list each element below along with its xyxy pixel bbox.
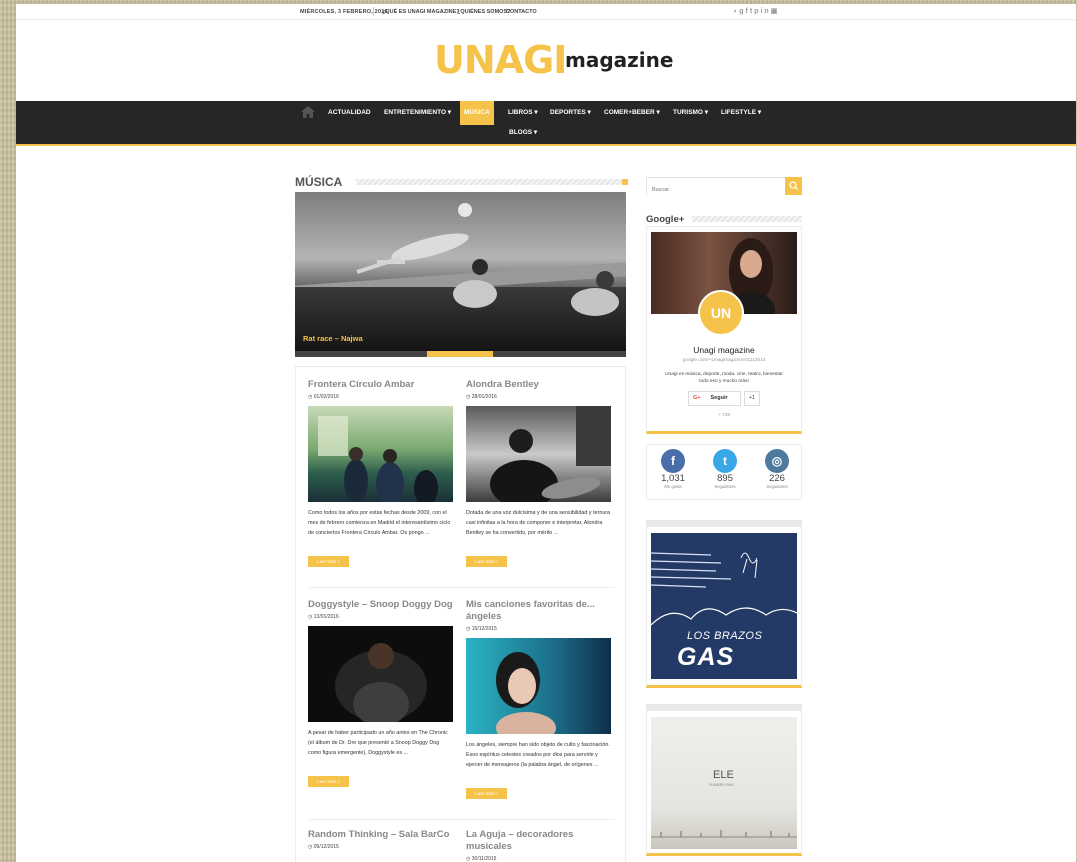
post-thumbnail[interactable] <box>308 406 453 502</box>
album-artist: LOS BRAZOS <box>687 630 763 642</box>
main-nav: ACTUALIDAD ENTRETENIMIENTO ▾ MÚSICA LIBR… <box>16 101 1076 146</box>
album-ad-ele[interactable]: ELE SUMMER RAIN <box>646 710 802 856</box>
instagram-icon[interactable]: ▣ <box>771 8 780 15</box>
post-grid: Frontera Círculo Ambar ◷ 01/02/2016 Como… <box>295 366 626 862</box>
read-more-button[interactable]: Leer más » <box>308 556 349 567</box>
site-logo[interactable]: UNAGI magazine <box>434 40 674 80</box>
album-cover: LOS BRAZOS GAS <box>651 533 797 679</box>
instagram-counter[interactable]: ◎ 226 Seguidores <box>751 449 803 489</box>
post-thumbnail[interactable] <box>308 626 453 722</box>
counter-label: Me gusta <box>664 484 682 489</box>
instagram-icon: ◎ <box>765 449 789 473</box>
read-more-button[interactable]: Leer más » <box>466 788 507 799</box>
post-excerpt: Dotada de una voz dulcísima y de una sen… <box>466 510 611 536</box>
nav-item-blogs[interactable]: BLOGS ▾ <box>505 121 541 145</box>
album-subtitle: SUMMER RAIN <box>709 783 734 787</box>
read-more-button[interactable]: Leer más » <box>466 556 507 567</box>
post-card: La Aguja – decoradores musicales ◷ 30/11… <box>466 829 611 862</box>
top-bar: MIÉRCOLES, 3 FEBRERO, 2016 ¿QUÉ ES UNAGI… <box>16 4 1076 20</box>
current-date: MIÉRCOLES, 3 FEBRERO, 2016 <box>300 9 388 15</box>
counter-number: 226 <box>769 473 785 484</box>
facebook-icon: f <box>661 449 685 473</box>
profile-name[interactable]: Unagi magazine <box>647 345 801 355</box>
slider-image <box>356 203 619 316</box>
slider-active-dot[interactable] <box>427 351 493 357</box>
divider <box>308 587 615 588</box>
post-date: ◷ 15/12/2015 <box>466 626 497 632</box>
top-social-icons: ◗gftpin▣ <box>733 7 779 15</box>
home-icon[interactable] <box>301 106 315 118</box>
post-excerpt: Como todos los años por estas fechas des… <box>308 510 451 536</box>
about-link[interactable]: ¿QUÉ ES UNAGI MAGAZINE? <box>382 9 460 15</box>
contact-link[interactable]: CONTACTO <box>506 9 537 15</box>
follow-button[interactable]: G+ Seguir <box>688 391 741 406</box>
counter-number: 1,031 <box>661 473 685 484</box>
post-title[interactable]: Mis canciones favoritas de... ángeles <box>466 599 611 623</box>
plus-one-count[interactable]: +1 <box>744 391 760 406</box>
post-title[interactable]: Random Thinking – Sala BarCo <box>308 829 453 841</box>
linkedin-icon[interactable]: in <box>760 8 770 15</box>
divider <box>373 7 374 16</box>
googleplus-widget: UN AGI Unagi magazine google.com/+Unagim… <box>646 226 802 434</box>
post-excerpt: Los ángeles, siempre han sido objeto de … <box>466 742 610 768</box>
nav-item-lifestyle[interactable]: LIFESTYLE ▾ <box>717 101 765 125</box>
page: MIÉRCOLES, 3 FEBRERO, 2016 ¿QUÉ ES UNAGI… <box>16 4 1076 862</box>
who-we-are-link[interactable]: ¿QUIÉNES SOMOS? <box>457 9 510 15</box>
slider-pagination <box>295 351 626 357</box>
featured-slider[interactable]: Rat race – Najwa <box>295 192 626 357</box>
read-more-button[interactable]: Leer más » <box>308 776 349 787</box>
post-date: ◷ 01/02/2016 <box>308 394 339 400</box>
post-card: Doggystyle – Snoop Doggy Dog ◷ 13/01/201… <box>308 599 453 788</box>
twitter-counter[interactable]: t 895 Seguidores <box>699 449 751 489</box>
post-title[interactable]: La Aguja – decoradores musicales <box>466 829 611 853</box>
nav-item-musica[interactable]: MÚSICA <box>460 101 494 125</box>
search-icon <box>789 181 798 190</box>
album-ad-los-brazos[interactable]: LOS BRAZOS GAS <box>646 526 802 688</box>
page-title: MÚSICA <box>295 175 343 189</box>
post-title[interactable]: Alondra Bentley <box>466 379 611 391</box>
post-card: Frontera Círculo Ambar ◷ 01/02/2016 Como… <box>308 379 453 568</box>
avatar[interactable]: UN AGI <box>698 290 744 363</box>
logo-suffix: magazine <box>565 48 674 72</box>
search-box <box>646 177 802 198</box>
nav-item-deportes[interactable]: DEPORTES ▾ <box>546 101 595 125</box>
album-cover: ELE SUMMER RAIN <box>651 717 797 849</box>
counter-number: 895 <box>717 473 733 484</box>
post-date: ◷ 28/01/2016 <box>466 394 497 400</box>
slider-caption[interactable]: Rat race – Najwa <box>303 334 363 343</box>
post-card: Alondra Bentley ◷ 28/01/2016 Dotada de u… <box>466 379 611 568</box>
post-card: Random Thinking – Sala BarCo ◷ 09/12/201… <box>308 829 453 850</box>
profile-url: google.com/+Unagimagazine01112013 <box>682 358 766 363</box>
post-title[interactable]: Doggystyle – Snoop Doggy Dog <box>308 599 453 611</box>
google-plus-icon: G+ <box>693 395 701 401</box>
post-date: ◷ 09/12/2015 <box>308 844 339 850</box>
title-stripe <box>692 216 802 222</box>
post-date: ◷ 13/01/2016 <box>308 614 339 620</box>
counter-label: Seguidores <box>714 484 736 489</box>
widget-title-googleplus: Google+ <box>646 214 685 225</box>
facebook-counter[interactable]: f 1,031 Me gusta <box>647 449 699 489</box>
twitter-icon: t <box>713 449 737 473</box>
nav-item-actualidad[interactable]: ACTUALIDAD <box>324 101 375 125</box>
nav-item-comer-beber[interactable]: COMER+BEBER ▾ <box>600 101 664 125</box>
search-input[interactable] <box>647 182 785 198</box>
nav-item-turismo[interactable]: TURISMO ▾ <box>669 101 712 125</box>
post-card: Mis canciones favoritas de... ángeles ◷ … <box>466 599 611 800</box>
nav-item-entretenimiento[interactable]: ENTRETENIMIENTO ▾ <box>380 101 455 125</box>
counter-label: Seguidores <box>766 484 788 489</box>
post-date: ◷ 30/11/2015 <box>466 856 497 862</box>
profile-description: Unagi es música, deporte, moda, cine, te… <box>665 372 783 384</box>
logo-brand: UNAGI <box>434 38 567 82</box>
search-button[interactable] <box>785 177 802 195</box>
post-thumbnail[interactable] <box>466 638 611 734</box>
title-stripe <box>356 179 628 185</box>
divider <box>308 819 615 820</box>
post-excerpt: A pesar de haber participado un año ante… <box>308 730 448 756</box>
album-title: GAS <box>677 643 735 671</box>
album-title: ELE <box>713 769 734 781</box>
post-thumbnail[interactable] <box>466 406 611 502</box>
follower-count: + 739 <box>717 413 731 418</box>
post-title[interactable]: Frontera Círculo Ambar <box>308 379 453 391</box>
social-counters: f 1,031 Me gusta t 895 Seguidores ◎ 226 … <box>646 444 802 500</box>
